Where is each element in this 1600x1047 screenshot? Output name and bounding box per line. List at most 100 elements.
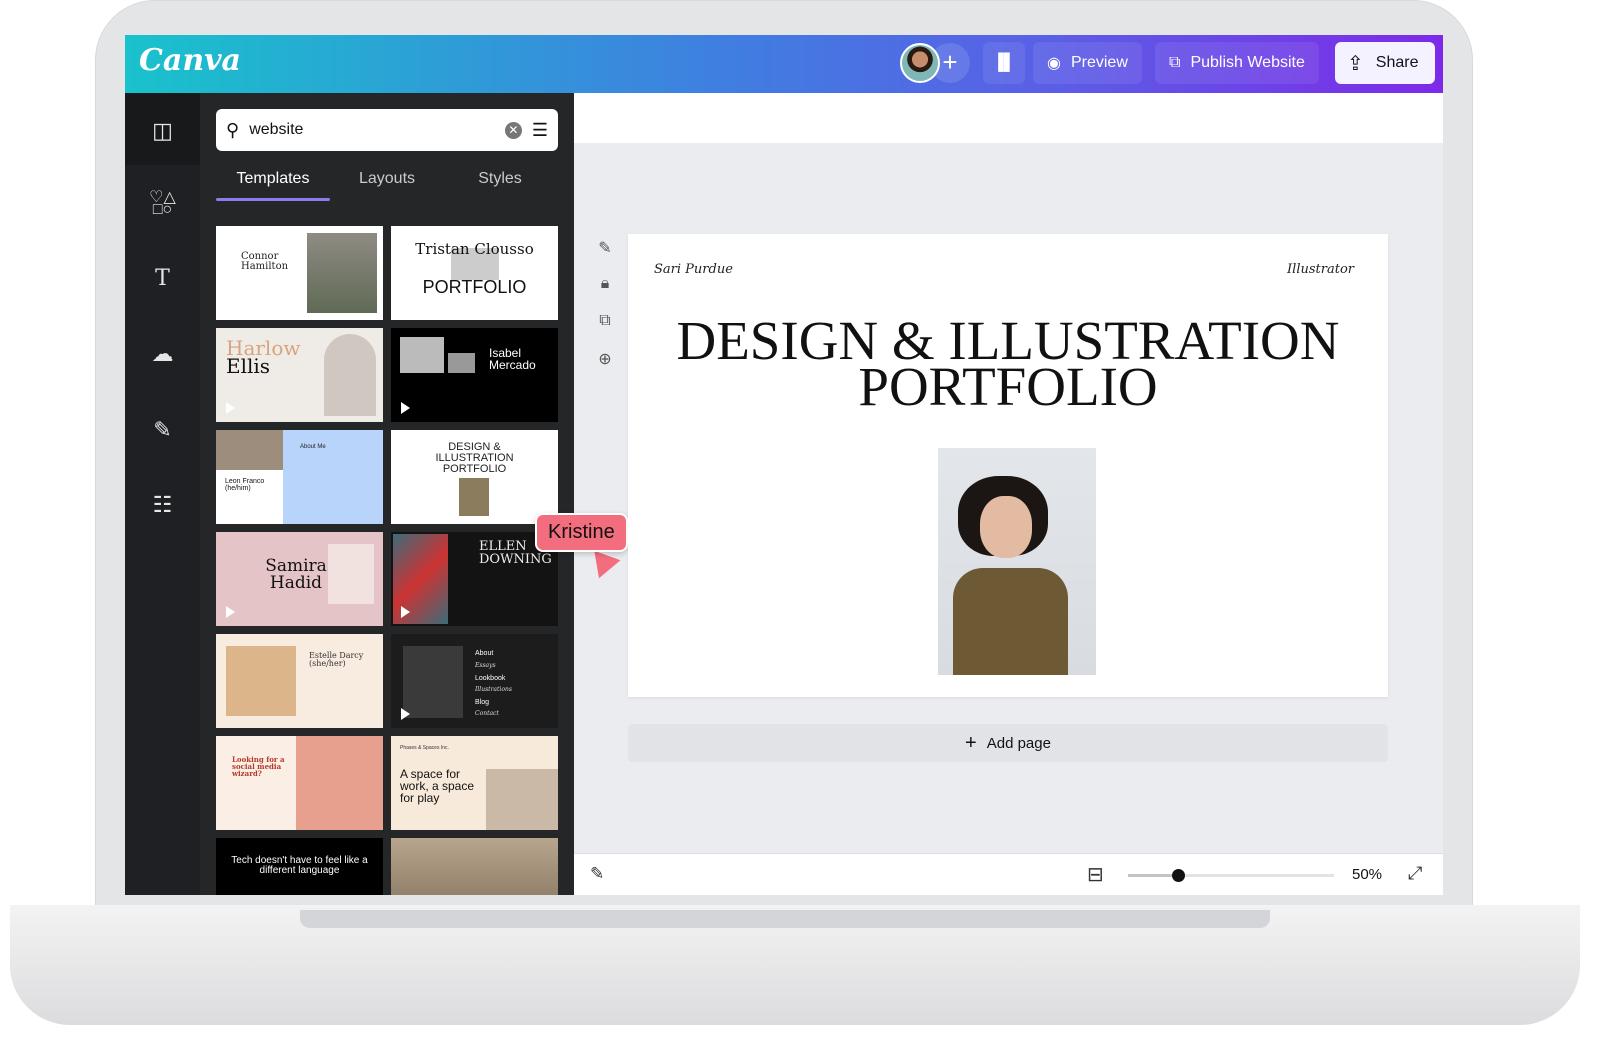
author-name[interactable]: Sari Purdue	[654, 262, 733, 277]
canva-editor: Canva + ▐▌ ◉ Preview ⧉ Publish Website ⇪ Sh…	[125, 35, 1443, 895]
template-photo	[324, 334, 376, 416]
notes-icon[interactable]: ✎	[595, 238, 615, 258]
template-photo	[400, 337, 444, 373]
template-photo	[296, 736, 383, 830]
add-page-icon[interactable]: ⊕	[595, 349, 615, 369]
upload-icon: ⇪	[1347, 52, 1364, 75]
upload-cloud-icon[interactable]: ☁	[125, 341, 200, 367]
elements-icon[interactable]: ♡△ □○	[125, 190, 200, 218]
avatar[interactable]	[900, 43, 940, 83]
template-card[interactable]: Estelle Darcy (she/her)	[216, 634, 383, 728]
share-label: Share	[1375, 54, 1419, 71]
play-icon	[401, 708, 410, 720]
template-card[interactable]: ELLEN DOWNING	[391, 532, 558, 626]
page-grid-view-icon[interactable]: ⊟	[1087, 862, 1104, 887]
play-icon	[226, 402, 235, 414]
template-menu-item: Illustrations	[475, 686, 512, 693]
fullscreen-icon[interactable]: ⤢	[1408, 863, 1422, 884]
tab-styles[interactable]: Styles	[443, 170, 557, 188]
insights-button[interactable]: ▐▌	[983, 42, 1025, 84]
template-subtitle: Phases & Spaces Inc.	[400, 745, 449, 751]
template-card[interactable]: Harlow Ellis	[216, 328, 383, 422]
template-subtitle: Ellis	[226, 354, 271, 378]
clear-icon[interactable]: ✕	[504, 121, 522, 139]
template-menu-item: Essays	[475, 662, 496, 669]
zoom-level[interactable]: 50%	[1352, 866, 1382, 883]
template-menu-item: Lookbook	[475, 675, 506, 682]
template-title: Samira Hadid	[265, 556, 327, 593]
lock-icon[interactable]: 🔒︎	[595, 275, 615, 293]
template-title: DESIGN & ILLUSTRATION PORTFOLIO	[435, 441, 514, 475]
preview-label: Preview	[1070, 54, 1128, 71]
bar-chart-icon: ▐▌	[992, 54, 1016, 71]
add-page-button[interactable]: + Add page	[628, 724, 1388, 762]
template-card[interactable]: Looking for a social media wizard?	[216, 736, 383, 830]
design-layout-icon[interactable]: ◫	[125, 118, 200, 144]
eye-icon: ◉	[1047, 55, 1061, 72]
template-card[interactable]: Connor Hamilton	[216, 226, 383, 320]
plus-icon: +	[965, 731, 977, 754]
template-title: Tech doesn't have to feel like a differe…	[231, 855, 368, 876]
template-photo	[226, 646, 296, 716]
template-title: Leon Franco (he/him)	[225, 478, 265, 492]
zoom-slider[interactable]	[1128, 869, 1334, 882]
design-page[interactable]: Sari Purdue Illustrator DESIGN & ILLUSTR…	[628, 234, 1388, 697]
template-menu-item: Contact	[475, 710, 499, 717]
template-menu-item: Blog	[475, 699, 490, 706]
search-input[interactable]: ⚲ website ✕ ☰	[216, 109, 558, 151]
draw-icon[interactable]: ✎	[125, 417, 200, 443]
template-photo	[307, 233, 377, 313]
template-photo	[459, 478, 489, 516]
template-photo	[448, 353, 475, 373]
template-menu-item: About	[475, 650, 494, 657]
active-tab-indicator	[216, 198, 330, 201]
duplicate-icon[interactable]: ⧉	[595, 312, 615, 330]
template-card[interactable]: About Essays Lookbook Illustrations Blog…	[391, 634, 558, 728]
template-card[interactable]	[391, 838, 558, 895]
publish-label: Publish Website	[1190, 54, 1305, 71]
template-card[interactable]: DESIGN & ILLUSTRATION PORTFOLIO	[391, 430, 558, 524]
zoom-slider-fill	[1128, 874, 1178, 877]
template-title: Tristan Clousso	[415, 240, 534, 258]
photo-top	[953, 568, 1068, 675]
preview-button[interactable]: ◉ Preview	[1033, 42, 1142, 84]
template-title: Looking for a social media wizard?	[232, 755, 285, 778]
publish-icon: ⧉	[1169, 54, 1181, 71]
bottom-bar: ✎ ⊟ 50% ⤢	[574, 853, 1443, 895]
search-value[interactable]: website	[249, 121, 495, 139]
canva-logo[interactable]: Canva	[139, 43, 241, 78]
template-card[interactable]: Tech doesn't have to feel like a differe…	[216, 838, 383, 895]
notes-icon[interactable]: ✎	[590, 864, 604, 884]
design-title[interactable]: DESIGN & ILLUSTRATION PORTFOLIO	[628, 313, 1388, 414]
tab-layouts[interactable]: Layouts	[330, 170, 444, 188]
share-button[interactable]: ⇪ Share	[1335, 42, 1435, 84]
template-title: Estelle Darcy (she/her)	[309, 651, 364, 668]
collaborator-cursor-label: Kristine	[535, 513, 628, 552]
add-page-label: Add page	[986, 734, 1051, 752]
template-card[interactable]: Tristan Clousso PORTFOLIO	[391, 226, 558, 320]
text-icon[interactable]: T	[125, 266, 200, 291]
template-card[interactable]: Phases & Spaces Inc. A space for work, a…	[391, 736, 558, 830]
template-card[interactable]: Isabel Mercado	[391, 328, 558, 422]
template-card[interactable]: Samira Hadid	[216, 532, 383, 626]
filter-icon[interactable]: ☰	[532, 120, 548, 141]
templates-panel: ⚲ website ✕ ☰ Templates Layouts Styles C…	[200, 93, 621, 895]
canvas-toolbar	[574, 93, 1443, 143]
tab-templates[interactable]: Templates	[216, 170, 330, 188]
template-card[interactable]: Leon Franco (he/him) About Me	[216, 430, 383, 524]
laptop-hinge	[300, 910, 1270, 928]
template-photo	[216, 430, 283, 470]
template-photo	[486, 769, 558, 830]
template-subtitle: PORTFOLIO	[422, 277, 527, 297]
template-subtitle: About Me	[300, 444, 326, 450]
photo-face	[980, 496, 1032, 558]
play-icon	[401, 606, 410, 618]
portrait-photo[interactable]	[938, 448, 1096, 675]
role-label[interactable]: Illustrator	[1287, 262, 1354, 277]
template-title: A space for work, a space for play	[400, 767, 475, 805]
zoom-slider-handle[interactable]	[1171, 869, 1185, 882]
apps-grid-icon[interactable]: ☷	[125, 492, 200, 518]
publish-website-button[interactable]: ⧉ Publish Website	[1155, 42, 1319, 84]
template-title: Connor Hamilton	[241, 251, 289, 272]
search-icon: ⚲	[226, 119, 240, 140]
